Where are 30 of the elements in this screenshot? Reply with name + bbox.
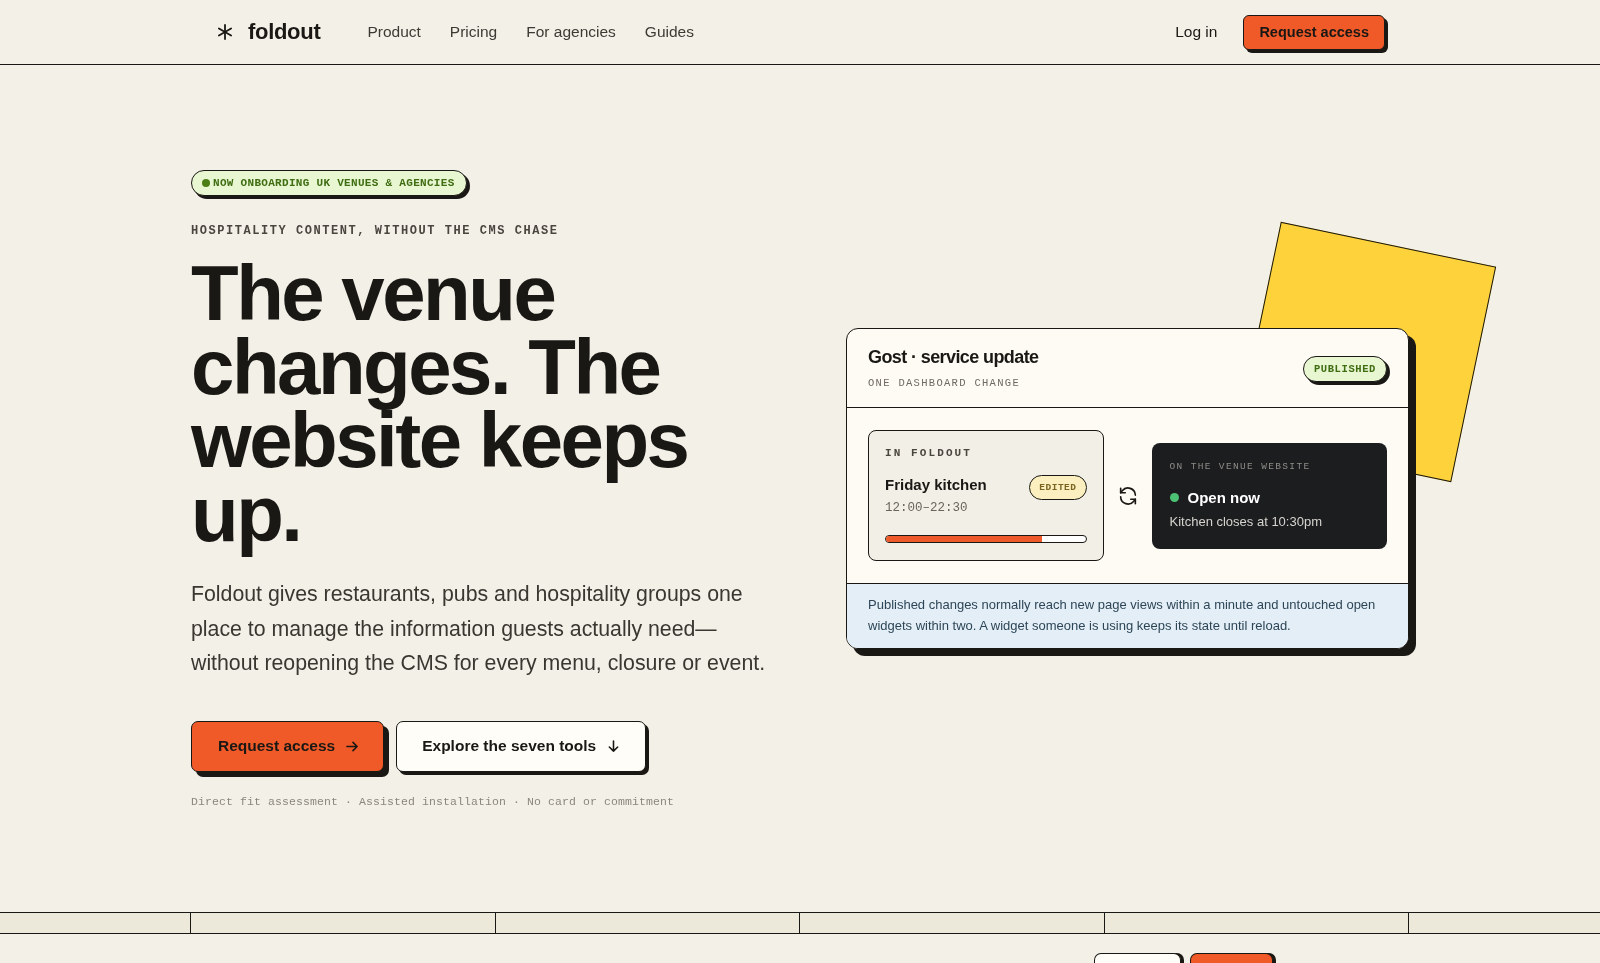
footnote-text: Direct fit assessment · Assisted installation · No card or commitment [191,793,676,810]
panel-label: ON THE VENUE WEBSITE [1169,459,1312,474]
brand-logo[interactable]: foldout [217,19,321,45]
nav-link[interactable]: For agencies [526,23,616,41]
arrow-down-icon [607,739,621,753]
hours-text: 12:00–22:30 [885,500,969,516]
published-badge: PUBLISHED [1302,355,1387,382]
login-link[interactable]: Log in [1175,23,1218,41]
status-dot-icon [1169,492,1179,502]
item-title: Friday kitchen [885,475,987,494]
closing-time-text: Kitchen closes at 10:30pm [1169,512,1323,530]
explore-tools-button[interactable]: Explore the seven tools [396,720,647,772]
info-note: Published changes normally reach new page views within a minute and untouched open widgets within two. A widget someone is using keeps its state until reload. [868,596,1377,635]
request-access-button[interactable]: Request access [1243,14,1385,50]
hero-description: Foldout gives restaurants, pubs and hospitality groups one place to manage the information guests actually need—without reopening the CMS for every menu, closure or event. [191,581,767,677]
card-subtitle: ONE DASHBOARD CHANGE [868,376,1022,391]
partial-button[interactable] [1094,953,1181,963]
edited-badge: EDITED [1029,475,1087,500]
arrow-right-icon [346,739,360,753]
eyebrow-text: HOSPITALITY CONTENT, WITHOUT THE CMS CHASE [191,223,560,239]
nav-link[interactable]: Product [367,23,421,41]
panel-label: IN FOLDOUT [885,446,973,461]
nav-link[interactable]: Guides [644,23,694,41]
open-status-text: Open now [1187,487,1260,507]
hero-heading: The venue changes. The website keeps up. [191,257,689,560]
asterisk-icon [217,24,233,40]
nav-link[interactable]: Pricing [449,23,498,41]
announcement-text: NOW ONBOARDING UK VENUES & AGENCIES [213,177,455,189]
status-dot-icon [202,179,210,187]
card-title: Gost · service update [868,346,1039,368]
